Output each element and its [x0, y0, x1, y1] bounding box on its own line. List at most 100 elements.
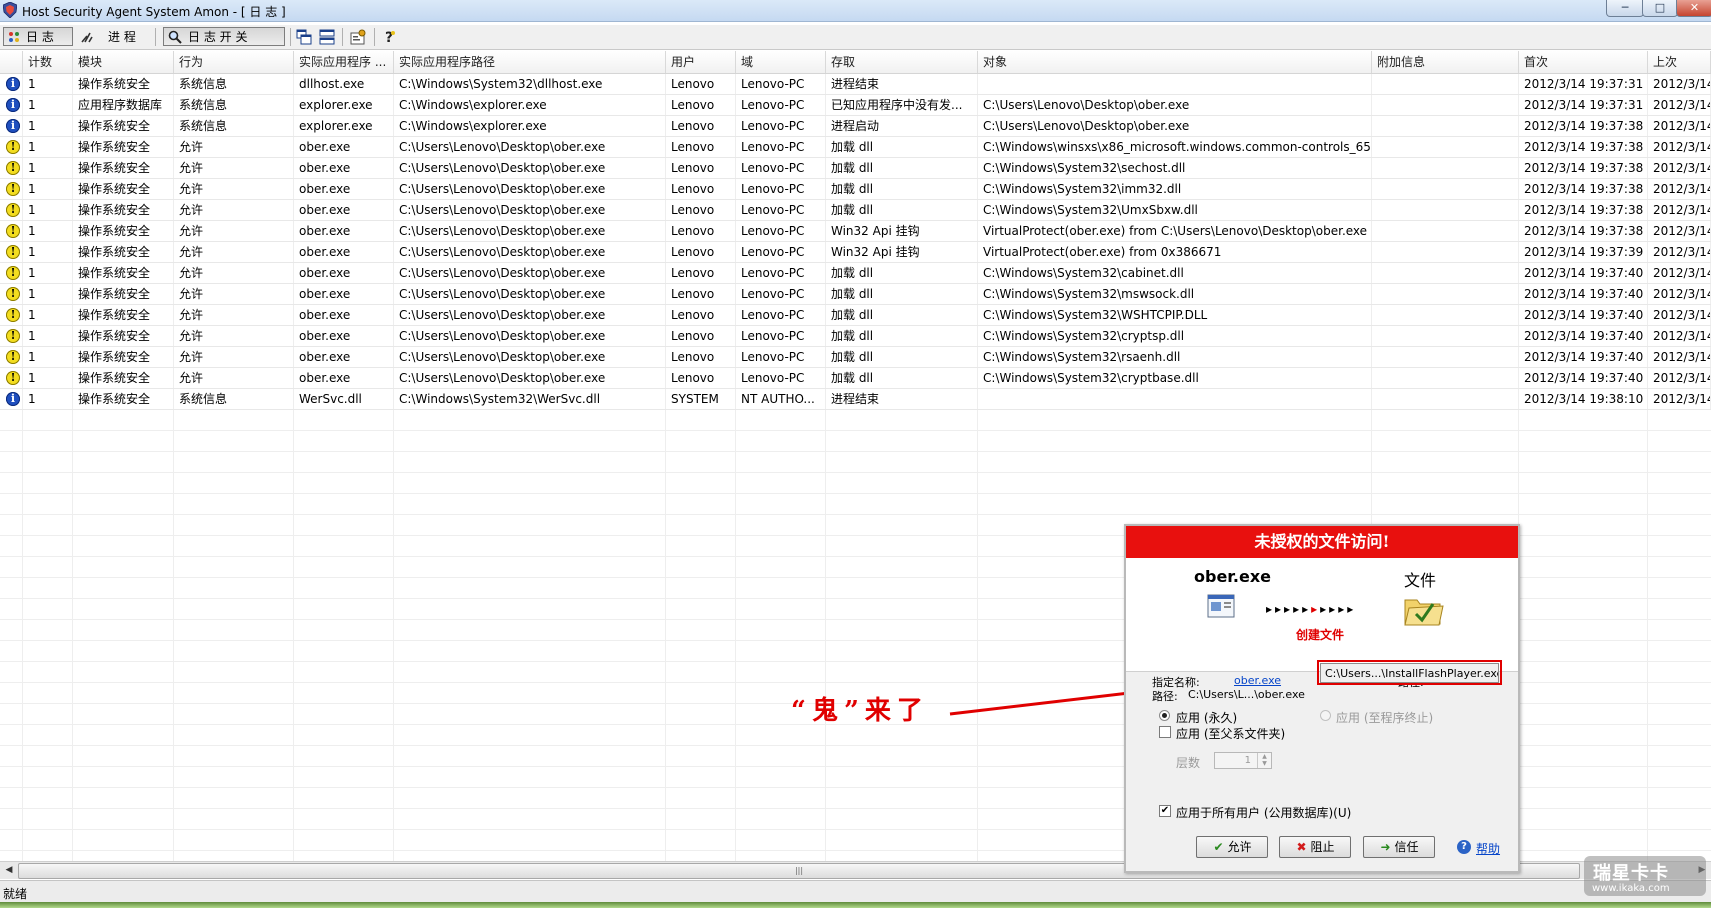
cell-path: C:\Users\Lenovo\Desktop\ober.exe — [394, 263, 666, 283]
cell-access: 加载 dll — [826, 263, 978, 283]
cell-module: 操作系统安全 — [73, 200, 174, 220]
cell-action: 允许 — [174, 137, 294, 157]
cell-domain: Lenovo-PC — [736, 179, 826, 199]
log-tab-button[interactable]: 日 志 — [3, 27, 73, 46]
cell-extra — [1372, 347, 1519, 367]
cell-app: ober.exe — [294, 326, 394, 346]
table-row[interactable]: ! 1 操作系统安全 允许 ober.exe C:\Users\Lenovo\Deskto… — [0, 263, 1711, 284]
table-row[interactable]: ! 1 操作系统安全 允许 ober.exe C:\Users\Lenovo\Deskto… — [0, 158, 1711, 179]
cell-access: Win32 Api 挂钩 — [826, 221, 978, 241]
table-row[interactable]: ! 1 操作系统安全 允许 ober.exe C:\Users\Lenovo\Deskto… — [0, 368, 1711, 389]
column-header[interactable]: 存取 — [826, 51, 978, 73]
table-row[interactable]: i 1 操作系统安全 系统信息 explorer.exe C:\Windows\explo… — [0, 116, 1711, 137]
cell-module: 操作系统安全 — [73, 242, 174, 262]
cell-first: 2012/3/14 19:37:40 — [1519, 263, 1648, 283]
cell-user: Lenovo — [666, 116, 736, 136]
column-header[interactable]: 计数 — [23, 51, 73, 73]
depth-stepper[interactable]: 1 ▲ ▼ — [1214, 752, 1272, 769]
cell-module: 操作系统安全 — [73, 305, 174, 325]
apply-permanent-radio[interactable] — [1159, 710, 1170, 721]
cell-first: 2012/3/14 19:38:10 — [1519, 389, 1648, 409]
tile-windows-icon[interactable] — [319, 29, 335, 45]
table-row[interactable]: ! 1 操作系统安全 允许 ober.exe C:\Users\Lenovo\Deskto… — [0, 242, 1711, 263]
process-tab-label: 进 程 — [108, 30, 136, 44]
table-row[interactable]: ! 1 操作系统安全 允许 ober.exe C:\Users\Lenovo\Deskto… — [0, 305, 1711, 326]
close-button[interactable]: ✕ — [1676, 0, 1711, 17]
help-question-icon[interactable]: ? — [382, 29, 398, 45]
table-row[interactable]: ! 1 操作系统安全 允许 ober.exe C:\Users\Lenovo\Deskto… — [0, 137, 1711, 158]
column-header[interactable]: 首次 — [1519, 51, 1648, 73]
cell-path: C:\Windows\System32\dllhost.exe — [394, 74, 666, 94]
table-row[interactable]: i 1 应用程序数据库 系统信息 explorer.exe C:\Windows\expl… — [0, 95, 1711, 116]
process-name-link[interactable]: ober.exe — [1234, 674, 1281, 687]
cell-action: 系统信息 — [174, 116, 294, 136]
cell-count: 1 — [23, 242, 73, 262]
properties-icon[interactable] — [350, 29, 366, 45]
cell-action: 系统信息 — [174, 74, 294, 94]
cell-object — [978, 74, 1372, 94]
cell-extra — [1372, 200, 1519, 220]
column-header[interactable]: 实际应用程序路径 — [394, 51, 666, 73]
column-header[interactable]: 行为 — [174, 51, 294, 73]
cell-action: 允许 — [174, 158, 294, 178]
cell-module: 操作系统安全 — [73, 326, 174, 346]
cell-count: 1 — [23, 368, 73, 388]
cell-domain: Lenovo-PC — [736, 200, 826, 220]
maximize-button[interactable]: □ — [1642, 0, 1678, 17]
cell-access: 加载 dll — [826, 305, 978, 325]
application-icon — [1207, 594, 1235, 618]
apply-all-users-checkbox[interactable]: ✔ — [1159, 805, 1171, 817]
table-row[interactable]: ! 1 操作系统安全 允许 ober.exe C:\Users\Lenovo\Deskto… — [0, 284, 1711, 305]
table-row[interactable]: i 1 操作系统安全 系统信息 dllhost.exe C:\Windows\System… — [0, 74, 1711, 95]
cell-app: WerSvc.dll — [294, 389, 394, 409]
block-label: 阻止 — [1310, 840, 1335, 854]
cell-module: 操作系统安全 — [73, 221, 174, 241]
cell-last: 2012/3/14 — [1648, 221, 1711, 241]
minimize-button[interactable]: ─ — [1606, 0, 1644, 17]
column-header-severity[interactable] — [0, 51, 23, 73]
process-tab-button[interactable]: 进 程 — [76, 27, 144, 46]
cell-last: 2012/3/14 — [1648, 305, 1711, 325]
trust-button[interactable]: ➜ 信任 — [1363, 836, 1435, 858]
action-label: 创建文件 — [1296, 628, 1345, 642]
cell-module: 操作系统安全 — [73, 389, 174, 409]
scroll-left-icon[interactable]: ◀ — [1, 863, 17, 878]
cell-object: C:\Windows\System32\rsaenh.dll — [978, 347, 1372, 367]
spin-arrows-icon[interactable]: ▲ ▼ — [1257, 753, 1271, 768]
cell-count: 1 — [23, 263, 73, 283]
warning-icon: ! — [6, 203, 20, 217]
cell-extra — [1372, 179, 1519, 199]
table-row[interactable]: ! 1 操作系统安全 允许 ober.exe C:\Users\Lenovo\Deskto… — [0, 347, 1711, 368]
cell-domain: Lenovo-PC — [736, 116, 826, 136]
help-link[interactable]: 帮助 — [1476, 840, 1500, 857]
table-row[interactable]: ! 1 操作系统安全 允许 ober.exe C:\Users\Lenovo\Deskto… — [0, 200, 1711, 221]
cell-domain: Lenovo-PC — [736, 284, 826, 304]
cell-extra — [1372, 95, 1519, 115]
allow-button[interactable]: ✔ 允许 — [1196, 836, 1268, 858]
column-header[interactable]: 附加信息 — [1372, 51, 1519, 73]
apply-until-exit-radio[interactable] — [1320, 710, 1331, 721]
column-header[interactable]: 域 — [736, 51, 826, 73]
column-header[interactable]: 实际应用程序 ... — [294, 51, 394, 73]
table-row[interactable]: ! 1 操作系统安全 允许 ober.exe C:\Users\Lenovo\Deskto… — [0, 179, 1711, 200]
cell-user: Lenovo — [666, 284, 736, 304]
column-header[interactable]: 模块 — [73, 51, 174, 73]
table-row[interactable]: i 1 操作系统安全 系统信息 WerSvc.dll C:\Windows\System3… — [0, 389, 1711, 410]
table-row[interactable]: ! 1 操作系统安全 允许 ober.exe C:\Users\Lenovo\Deskto… — [0, 221, 1711, 242]
cell-first: 2012/3/14 19:37:38 — [1519, 137, 1648, 157]
column-header[interactable]: 用户 — [666, 51, 736, 73]
cascade-windows-icon[interactable] — [296, 29, 312, 45]
cell-extra — [1372, 389, 1519, 409]
cell-app: ober.exe — [294, 263, 394, 283]
apply-parent-folder-checkbox[interactable] — [1159, 726, 1171, 738]
cell-first: 2012/3/14 19:37:39 — [1519, 242, 1648, 262]
column-header[interactable]: 上次 — [1648, 51, 1711, 73]
cell-last: 2012/3/14 — [1648, 347, 1711, 367]
log-switch-button[interactable]: 日 志 开 关 — [163, 27, 285, 46]
cell-object — [978, 389, 1372, 409]
grid-line — [0, 514, 1711, 515]
help-icon[interactable]: ? — [1457, 840, 1471, 854]
table-row[interactable]: ! 1 操作系统安全 允许 ober.exe C:\Users\Lenovo\Deskto… — [0, 326, 1711, 347]
block-button[interactable]: ✖ 阻止 — [1279, 836, 1351, 858]
column-header[interactable]: 对象 — [978, 51, 1372, 73]
